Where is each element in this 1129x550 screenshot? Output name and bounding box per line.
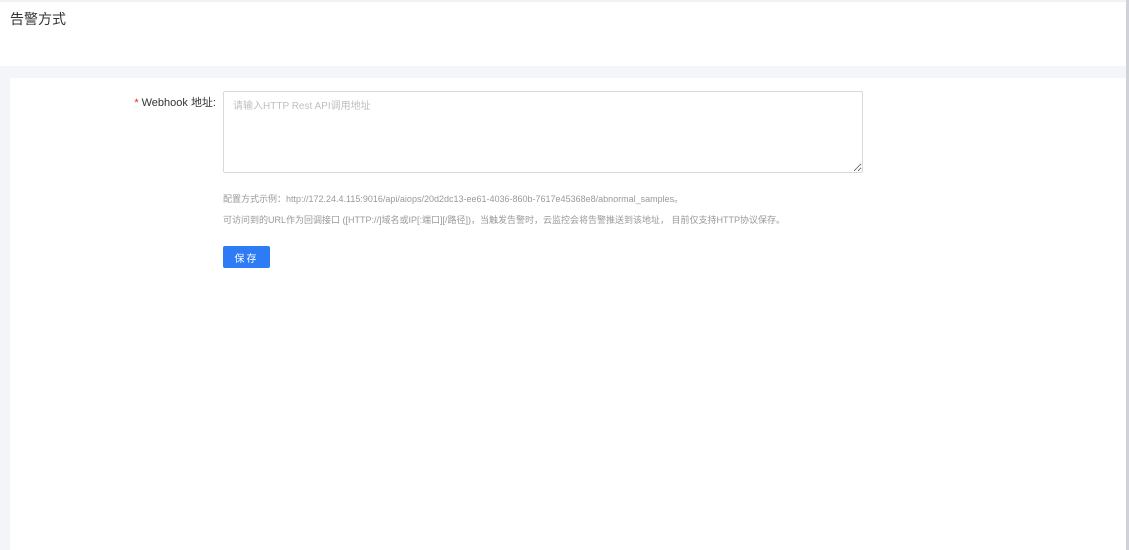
page: 告警方式 *Webhook 地址: 配置方式示例：http://172.24.4… xyxy=(0,0,1129,550)
page-header: 告警方式 xyxy=(0,2,1126,66)
callback-description-hint: 可访问到的URL作为回调接口 ([HTTP://]域名或IP[:端口][/路径]… xyxy=(223,215,786,225)
required-mark: * xyxy=(134,97,139,109)
save-button[interactable]: 保存 xyxy=(223,246,270,268)
webhook-label-text: Webhook 地址: xyxy=(141,97,216,109)
page-title: 告警方式 xyxy=(10,11,66,27)
webhook-label: * Webhook 地址: xyxy=(10,96,216,110)
webhook-url-input[interactable] xyxy=(223,91,863,173)
form-panel: *Webhook 地址: 配置方式示例：http://172.24.4.115:… xyxy=(10,78,1126,550)
config-example-hint: 配置方式示例：http://172.24.4.115:9016/api/aiop… xyxy=(223,194,684,204)
